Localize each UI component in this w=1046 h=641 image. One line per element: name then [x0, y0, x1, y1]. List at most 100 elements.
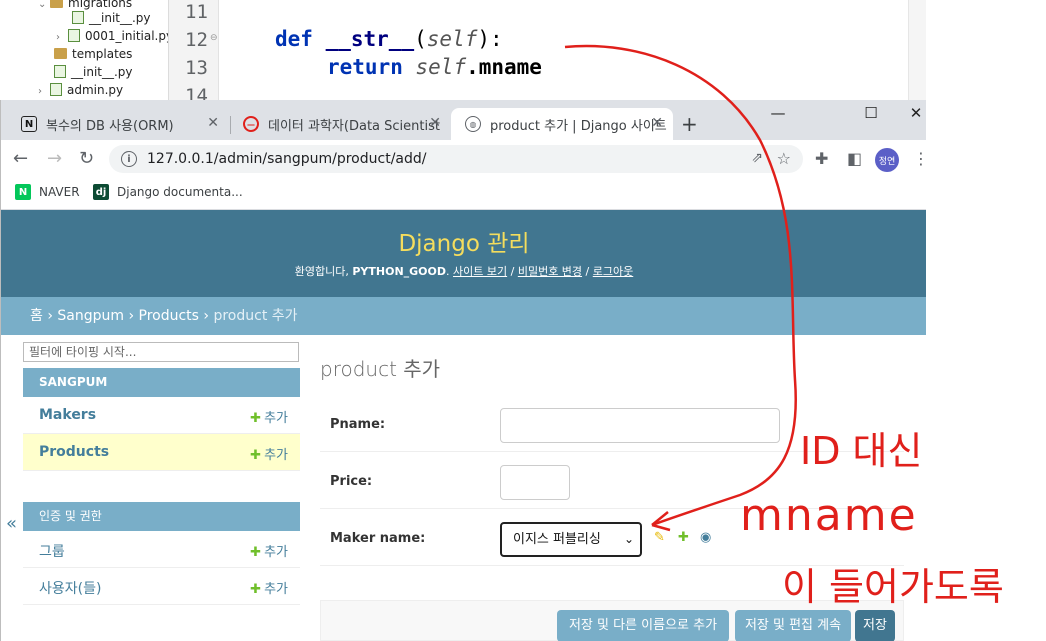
- tab-data-scientist[interactable]: — 데이터 과학자(Data Scientist ✕: [229, 108, 451, 140]
- breadcrumb-app[interactable]: Sangpum: [57, 308, 124, 324]
- site-title[interactable]: Django 관리: [1, 224, 926, 258]
- python-file-icon: [54, 65, 66, 78]
- opera-icon: —: [243, 116, 259, 132]
- app-module-auth: 인증 및 권한 그룹 ✚ 추가 사용자(들) ✚ 추가: [23, 502, 300, 605]
- breadcrumb: 홈 › Sangpum › Products › product 추가: [1, 297, 926, 335]
- fold-icon[interactable]: ⊖: [210, 33, 218, 43]
- save-button[interactable]: 저장: [855, 610, 895, 641]
- chevron-right-icon: ›: [38, 86, 42, 97]
- line-number: 12: [185, 29, 208, 51]
- desktop-background: [926, 0, 1046, 641]
- back-icon[interactable]: ←: [13, 148, 28, 169]
- plus-icon: ✚: [250, 582, 262, 597]
- add-products-link[interactable]: ✚ 추가: [250, 444, 288, 463]
- line-number: 11: [185, 1, 208, 23]
- url-text: 127.0.0.1/admin/sangpum/product/add/: [147, 151, 427, 167]
- page-title: product 추가: [320, 357, 441, 381]
- bookmarks-bar: N NAVER dj Django documenta...: [1, 178, 926, 210]
- reload-icon[interactable]: ↻: [79, 148, 94, 169]
- project-tree: ⌄ migrations __init__.py › 0001_initial.py…: [0, 0, 173, 100]
- naver-icon: N: [15, 184, 31, 200]
- close-tab-icon[interactable]: ✕: [651, 115, 663, 131]
- sidepanel-icon[interactable]: ◧: [847, 149, 862, 168]
- pencil-icon[interactable]: ✎: [654, 530, 665, 545]
- bookmark-star-icon[interactable]: ☆: [777, 149, 791, 168]
- line-gutter: 11 12 13 14 ⊖: [169, 0, 219, 107]
- add-makers-link[interactable]: ✚ 추가: [250, 407, 288, 426]
- tree-item-initial[interactable]: › 0001_initial.py: [56, 27, 173, 45]
- add-users-link[interactable]: ✚ 추가: [250, 578, 288, 597]
- eye-icon[interactable]: ◉: [700, 530, 711, 545]
- tab-product-add[interactable]: ◍ product 추가 | Django 사이트 ✕: [451, 108, 673, 140]
- ide-window: ⌄ migrations __init__.py › 0001_initial.py…: [0, 0, 926, 107]
- chevron-down-icon: ⌄: [623, 532, 634, 546]
- view-site-link[interactable]: 사이트 보기: [453, 265, 507, 278]
- code-editor[interactable]: def __str__(self): return self.mname: [220, 0, 920, 100]
- tab-strip: N 복수의 DB 사용(ORM) ✕ — 데이터 과학자(Data Scient…: [1, 100, 926, 140]
- app-module-sangpum: SANGPUM Makers ✚ 추가 Products ✚ 추가: [23, 368, 300, 471]
- sidebar-item-makers: Makers ✚ 추가: [23, 397, 300, 434]
- folder-icon: [50, 0, 63, 8]
- python-file-icon: [72, 11, 84, 24]
- user-tools: 환영합니다, PYTHON_GOOD. 사이트 보기 / 비밀번호 변경 / 로…: [294, 265, 634, 278]
- model-link-users[interactable]: 사용자(들): [39, 578, 101, 598]
- module-caption[interactable]: 인증 및 권한: [23, 502, 300, 531]
- info-icon[interactable]: i: [121, 151, 137, 167]
- line-number: 13: [185, 57, 208, 79]
- chevron-down-icon: ⌄: [38, 0, 47, 10]
- close-tab-icon[interactable]: ✕: [429, 115, 441, 131]
- globe-icon: ◍: [465, 116, 481, 132]
- annotation-line-1: ID 대신: [800, 429, 923, 473]
- annotation-line-3: 이 들어가도록: [782, 565, 1004, 609]
- save-and-continue-button[interactable]: 저장 및 편집 계속: [735, 610, 851, 641]
- address-bar[interactable]: i 127.0.0.1/admin/sangpum/product/add/ ⇗…: [109, 145, 803, 173]
- tree-item-templates[interactable]: templates: [54, 45, 132, 63]
- module-caption[interactable]: SANGPUM: [23, 368, 300, 397]
- bookmark-naver[interactable]: N NAVER: [15, 184, 80, 200]
- sidebar-item-products: Products ✚ 추가: [23, 434, 300, 471]
- add-groups-link[interactable]: ✚ 추가: [250, 541, 288, 560]
- new-tab-button[interactable]: +: [681, 112, 698, 136]
- bookmark-django-docs[interactable]: dj Django documenta...: [93, 184, 243, 200]
- close-window-button[interactable]: ✕: [901, 104, 926, 122]
- folder-icon: [54, 48, 67, 59]
- python-file-icon: [50, 83, 62, 96]
- tree-item-init2[interactable]: __init__.py: [54, 63, 133, 81]
- maximize-button[interactable]: ☐: [856, 104, 886, 122]
- breadcrumb-home[interactable]: 홈: [30, 308, 43, 324]
- editor-scrollbar[interactable]: [908, 0, 926, 100]
- tree-item-init[interactable]: __init__.py: [72, 9, 151, 27]
- minimize-button[interactable]: —: [763, 104, 793, 122]
- logout-link[interactable]: 로그아웃: [593, 265, 633, 278]
- maker-label: Maker name:: [330, 531, 426, 546]
- maker-select[interactable]: 이지스 퍼블리싱 ⌄: [500, 522, 642, 557]
- change-password-link[interactable]: 비밀번호 변경: [518, 265, 582, 278]
- tree-item-admin[interactable]: › admin.py: [38, 81, 123, 99]
- code-line-def: def __str__(self):: [275, 27, 503, 51]
- model-link-groups[interactable]: 그룹: [39, 541, 65, 561]
- model-link-products[interactable]: Products: [39, 444, 109, 460]
- tab-notion[interactable]: N 복수의 DB 사용(ORM) ✕: [7, 108, 229, 140]
- model-link-makers[interactable]: Makers: [39, 407, 96, 423]
- pname-field[interactable]: [500, 408, 780, 443]
- avatar[interactable]: 정연: [875, 148, 899, 172]
- share-icon[interactable]: ⇗: [751, 150, 763, 166]
- close-tab-icon[interactable]: ✕: [207, 115, 219, 131]
- extensions-icon[interactable]: ✚: [815, 149, 828, 168]
- forward-icon[interactable]: →: [47, 148, 62, 169]
- breadcrumb-current: product 추가: [213, 308, 298, 324]
- price-field[interactable]: [500, 465, 570, 500]
- plus-icon: ✚: [250, 545, 262, 560]
- menu-icon[interactable]: ⋮: [913, 149, 926, 168]
- price-label: Price:: [330, 474, 373, 489]
- nav-filter-input[interactable]: 필터에 타이핑 시작...: [23, 342, 299, 362]
- sidebar-item-groups: 그룹 ✚ 추가: [23, 531, 300, 568]
- browser-toolbar: ← → ↻ i 127.0.0.1/admin/sangpum/product/…: [1, 140, 926, 178]
- plus-icon[interactable]: ✚: [678, 530, 689, 545]
- sidebar-item-users: 사용자(들) ✚ 추가: [23, 568, 300, 605]
- annotation-line-2: mname: [740, 490, 918, 541]
- toggle-nav-sidebar-button[interactable]: «: [6, 513, 17, 534]
- save-and-add-another-button[interactable]: 저장 및 다른 이름으로 추가: [557, 610, 729, 641]
- plus-icon: ✚: [250, 411, 262, 426]
- breadcrumb-model[interactable]: Products: [139, 308, 199, 324]
